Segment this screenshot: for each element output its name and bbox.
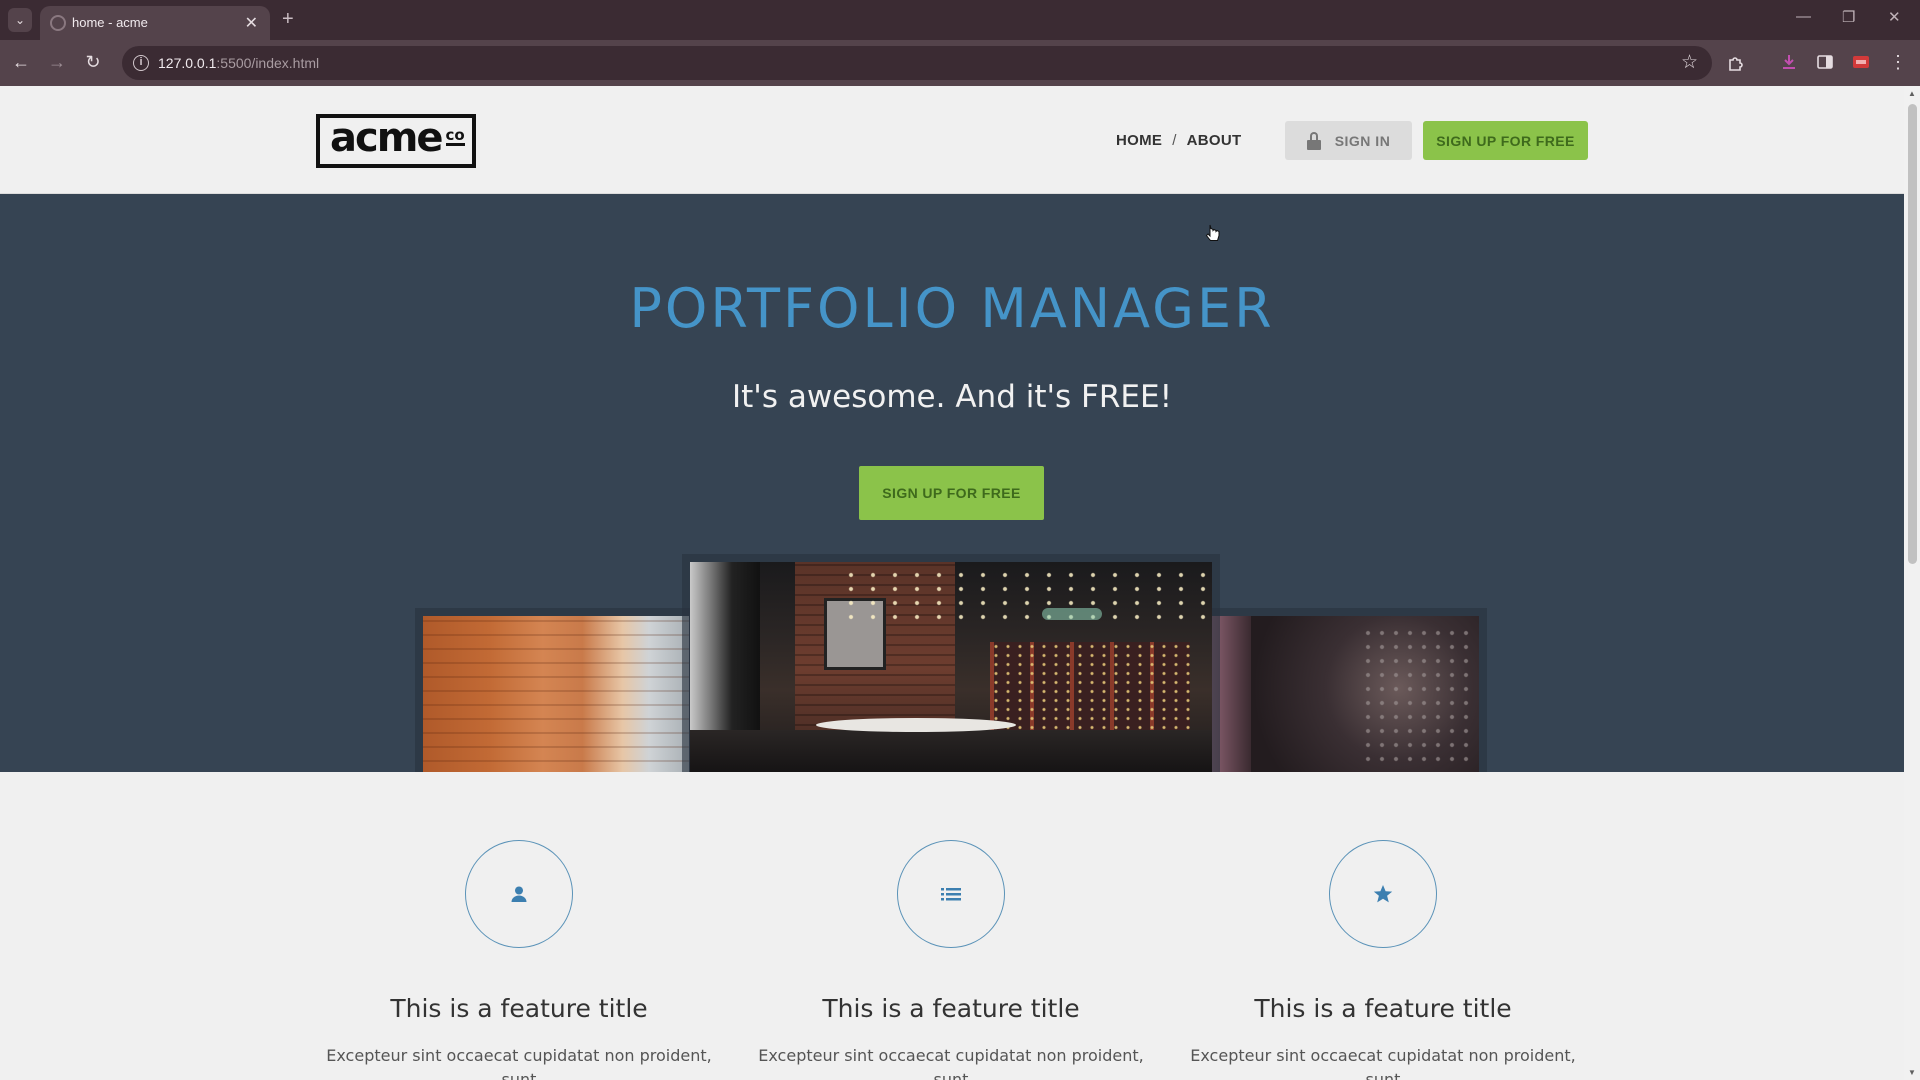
browser-tab-bar: ⌄ home - acme ✕ + — ❐ ✕ [0,0,1920,40]
side-panel-icon[interactable] [1816,53,1834,71]
mouse-cursor-icon [1205,224,1220,241]
feature-icon-circle [1329,840,1437,948]
site-header: acme co HOME / ABOUT SIGN IN SIGN UP FOR F… [0,86,1904,194]
feature-title: This is a feature title [390,994,648,1023]
bookmark-star-icon[interactable]: ☆ [1681,51,1698,74]
tab-search-button[interactable]: ⌄ [8,8,32,32]
brick-wall-image [423,616,689,776]
new-tab-button[interactable]: + [282,8,294,31]
back-button[interactable]: ← [10,52,32,73]
nav-separator: / [1172,132,1177,149]
hero-title: PORTFOLIO MANAGER [629,277,1275,340]
address-bar[interactable]: i 127.0.0.1:5500/index.html ☆ [122,46,1712,80]
star-icon [1373,885,1393,903]
restore-button[interactable]: ❐ [1842,8,1855,26]
sign-in-label: SIGN IN [1334,132,1391,149]
features-section: This is a feature title Excepteur sint o… [0,772,1904,1080]
close-tab-icon[interactable]: ✕ [245,13,258,33]
extensions-icon[interactable] [1727,53,1745,71]
header-sign-up-button[interactable]: SIGN UP FOR FREE [1423,121,1588,160]
site-info-icon[interactable]: i [133,55,149,71]
minimize-button[interactable]: — [1796,8,1811,25]
nav-home-link[interactable]: HOME [1116,132,1162,149]
feature-text: Excepteur sint occaecat cupidatat non pr… [758,1046,1144,1080]
download-icon[interactable] [1780,53,1798,71]
scroll-up-arrow-icon[interactable]: ▲ [1908,89,1916,98]
list-icon [941,888,961,901]
globe-icon [50,15,66,31]
feature-icon-circle [897,840,1005,948]
user-icon [511,886,527,902]
browser-tab[interactable]: home - acme ✕ [40,6,270,40]
feature-title: This is a feature title [1254,994,1512,1023]
feature-icon-circle [465,840,573,948]
hero-subtitle: It's awesome. And it's FREE! [732,379,1172,415]
profile-extension-icon[interactable] [1852,53,1870,71]
lock-icon [1306,131,1321,150]
feature-text: Excepteur sint occaecat cupidatat non pr… [1190,1046,1576,1080]
feature-text: Excepteur sint occaecat cupidatat non pr… [326,1046,712,1080]
sign-in-button[interactable]: SIGN IN [1285,121,1412,160]
scroll-down-arrow-icon[interactable]: ▼ [1908,1068,1916,1077]
browser-toolbar: ← → ↻ i 127.0.0.1:5500/index.html ☆ ⋮ [0,40,1920,86]
forward-button[interactable]: → [46,52,68,73]
steel-beam-image [1211,616,1479,776]
nav-about-link[interactable]: ABOUT [1187,132,1242,149]
scrollbar-thumb[interactable] [1908,104,1917,564]
close-window-button[interactable]: ✕ [1888,8,1901,26]
page-scrollbar[interactable]: ▲ ▼ [1904,86,1920,1080]
restaurant-interior-image [690,562,1212,776]
tab-title: home - acme [72,15,148,30]
site-logo[interactable]: acme co [316,114,476,168]
main-nav: HOME / ABOUT [1116,132,1242,149]
browser-menu-icon[interactable]: ⋮ [1887,52,1909,73]
feature-title: This is a feature title [822,994,1080,1023]
hero-sign-up-button[interactable]: SIGN UP FOR FREE [859,466,1044,520]
page-viewport: acme co HOME / ABOUT SIGN IN SIGN UP FOR F… [0,86,1904,1080]
reload-button[interactable]: ↻ [82,52,104,73]
url-text: 127.0.0.1:5500/index.html [158,55,320,71]
